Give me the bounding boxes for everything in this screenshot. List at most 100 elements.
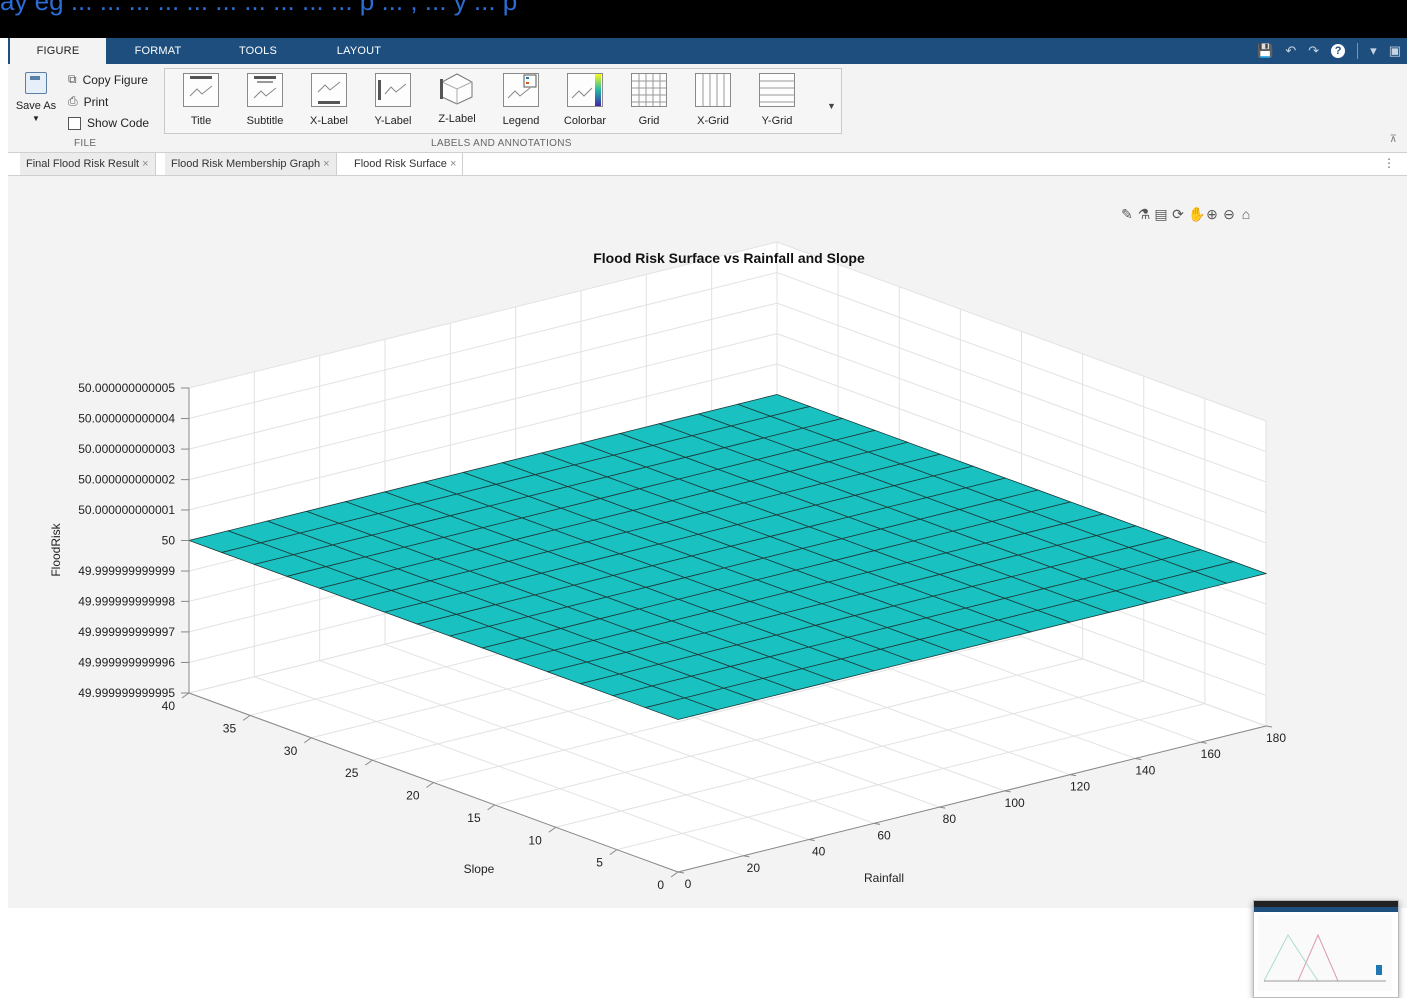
more-options-icon[interactable]: ⋮ [1383, 156, 1395, 170]
x-axis-label: Rainfall [864, 871, 904, 885]
z-label-button[interactable]: Z-Label [429, 73, 485, 125]
z-axis-label: FloodRisk [49, 522, 63, 576]
colorbar-button-label: Colorbar [563, 115, 607, 127]
y-label-icon [375, 73, 411, 107]
tab-figure[interactable]: FIGURE [10, 38, 106, 64]
z-tick-label: 50 [162, 534, 176, 548]
labels-section-label: LABELS AND ANNOTATIONS [431, 138, 572, 149]
undo-icon[interactable]: ↶ [1285, 43, 1296, 59]
x-tick [1200, 741, 1207, 744]
tab-layout[interactable]: LAYOUT [308, 38, 410, 64]
show-code-checkbox[interactable]: Show Code [68, 116, 149, 130]
figure-canvas: ✎ ⚗ ▤ ⟳ ✋ ⊕ ⊖ ⌂ 0 20 40 60 80 100 120 140 160 180… [8, 176, 1407, 998]
subtitle-icon [247, 73, 283, 107]
surface-plot[interactable]: 0 20 40 60 80 100 120 140 160 180 0 5 10 15 20 25 30 35 40… [8, 176, 1407, 908]
window-thumbnail-preview[interactable] [1253, 900, 1399, 998]
x-label-button-label: X-Label [310, 115, 348, 127]
quick-access-toolbar: 💾 ↶ ↷ ? ▾ ▣ [1257, 42, 1401, 60]
doc-tab-flood-risk-membership-graph[interactable]: Flood Risk Membership Graph × [165, 153, 337, 175]
close-icon[interactable]: × [323, 158, 329, 170]
y-tick-label: 30 [284, 744, 298, 758]
close-icon[interactable]: × [450, 158, 456, 170]
colorbar-button[interactable]: Colorbar [557, 73, 613, 127]
y-tick-label: 15 [467, 811, 481, 825]
x-tick-label: 100 [1005, 796, 1025, 810]
y-tick [426, 782, 434, 788]
x-tick [939, 806, 946, 809]
tab-tools[interactable]: TOOLS [208, 38, 308, 64]
title-icon [183, 73, 219, 107]
z-tick-label: 49.999999999996 [78, 655, 175, 669]
y-tick [303, 737, 312, 744]
y-tick [242, 714, 251, 721]
y-tick [609, 849, 618, 856]
title-button-label: Title [190, 115, 212, 127]
y-tick-label: 10 [528, 833, 542, 847]
redo-icon[interactable]: ↷ [1308, 43, 1319, 59]
grid-icon [631, 73, 667, 107]
title-button[interactable]: Title [173, 73, 229, 127]
x-label-icon [311, 73, 347, 107]
dropdown-icon[interactable]: ▾ [1370, 43, 1377, 59]
copy-figure-button[interactable]: ⧉ Copy Figure [68, 72, 148, 87]
z-tick-label: 50.000000000001 [78, 503, 175, 517]
x-tick [677, 871, 685, 874]
y-tick [670, 871, 679, 878]
labels-annotations-gallery: Title Subtitle X-Label Y-Label Z-Label L… [164, 68, 842, 134]
print-button[interactable]: ⎙ Print [68, 94, 108, 109]
x-tick-label: 180 [1266, 731, 1286, 745]
x-tick [873, 822, 881, 825]
subtitle-button[interactable]: Subtitle [237, 73, 293, 127]
y-grid-button[interactable]: Y-Grid [749, 73, 805, 127]
z-label-icon [440, 73, 474, 105]
legend-button[interactable]: Legend [493, 73, 549, 127]
checkbox-icon[interactable] [68, 116, 81, 130]
help-icon[interactable]: ? [1331, 44, 1346, 58]
x-tick [1069, 774, 1077, 777]
x-tick-label: 0 [685, 877, 692, 891]
x-tick [1135, 757, 1142, 760]
y-label-button[interactable]: Y-Label [365, 73, 421, 127]
z-tick-label: 49.999999999995 [78, 686, 175, 700]
close-icon[interactable]: × [142, 158, 148, 170]
undock-icon[interactable]: ▣ [1389, 43, 1401, 59]
x-grid-icon [695, 73, 731, 107]
collapse-ribbon-icon[interactable]: ⊼ [1390, 134, 1397, 145]
y-tick-label: 35 [223, 721, 237, 735]
doc-tab-final-flood-risk-result[interactable]: Final Flood Risk Result × [20, 153, 156, 175]
figure-window: FIGURE FORMAT TOOLS LAYOUT 💾 ↶ ↷ ? ▾ ▣ S… [8, 38, 1407, 998]
z-tick-label: 49.999999999997 [78, 625, 175, 639]
grid-button[interactable]: Grid [621, 73, 677, 127]
z-tick-label: 50.000000000004 [78, 412, 175, 426]
show-code-label: Show Code [87, 116, 150, 130]
tab-format[interactable]: FORMAT [108, 38, 208, 64]
save-as-icon [25, 72, 47, 94]
legend-icon [503, 73, 539, 107]
copy-figure-label: Copy Figure [82, 72, 148, 87]
x-label-button[interactable]: X-Label [301, 73, 357, 127]
file-section-label: FILE [74, 138, 97, 149]
chevron-down-icon[interactable]: ▼ [12, 114, 60, 123]
colorbar-icon [567, 73, 603, 107]
y-tick-label: 40 [162, 699, 176, 713]
x-tick [1265, 725, 1273, 728]
doc-tab-label: Flood Risk Surface [354, 158, 447, 170]
x-grid-button[interactable]: X-Grid [685, 73, 741, 127]
printer-icon: ⎙ [68, 94, 78, 108]
top-crop-strip: ay eg ... ... ... ... ... ... ... ... ..… [0, 0, 1407, 38]
x-tick-label: 160 [1201, 747, 1221, 761]
ribbon: Save As ▼ ⧉ Copy Figure ⎙ Print Show Cod… [8, 64, 1407, 153]
y-label-button-label: Y-Label [374, 115, 412, 127]
y-tick-label: 20 [406, 789, 420, 803]
x-tick-label: 80 [943, 812, 957, 826]
z-tick-label: 50.000000000002 [78, 473, 175, 487]
y-axis-label: Slope [464, 862, 495, 876]
y-tick [365, 759, 373, 766]
doc-tab-flood-risk-surface[interactable]: Flood Risk Surface × [348, 153, 464, 175]
legend-button-label: Legend [502, 115, 540, 127]
document-tabbar: Final Flood Risk Result × Flood Risk Memb… [8, 153, 1407, 176]
y-tick [548, 826, 557, 833]
save-icon[interactable]: 💾 [1257, 43, 1273, 59]
gallery-expand-icon[interactable]: ▼ [827, 101, 836, 111]
save-as-button[interactable]: Save As ▼ [12, 72, 60, 123]
